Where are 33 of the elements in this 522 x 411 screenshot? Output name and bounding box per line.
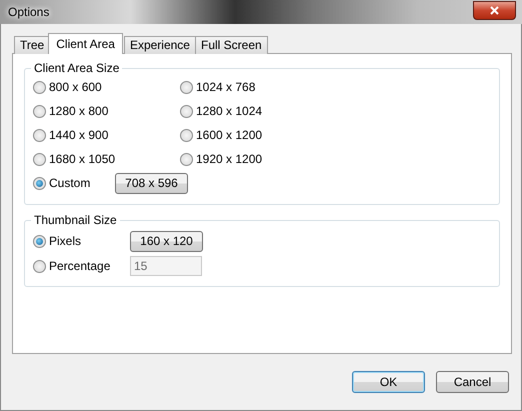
dialog-button[interactable]: OK — [352, 371, 425, 393]
radio-button[interactable] — [180, 128, 193, 142]
radio-button[interactable] — [33, 234, 46, 248]
tab[interactable]: Full Screen — [194, 36, 268, 54]
radio-label[interactable]: 1600 x 1200 — [196, 126, 262, 144]
close-button[interactable] — [473, 0, 516, 20]
radio-label[interactable]: Pixels — [49, 232, 82, 250]
radio-button[interactable] — [180, 104, 193, 118]
radio-label[interactable]: 1024 x 768 — [196, 78, 256, 96]
group-title: Thumbnail Size — [31, 213, 120, 227]
radio-label[interactable]: Custom — [49, 174, 90, 192]
tab[interactable]: Client Area — [48, 33, 123, 54]
radio-label[interactable]: 1440 x 900 — [49, 126, 108, 144]
radio-label[interactable]: 1280 x 800 — [49, 102, 108, 120]
radio-button[interactable] — [33, 128, 46, 142]
radio-label[interactable]: 1280 x 1024 — [196, 102, 262, 120]
close-icon — [490, 6, 499, 16]
tab[interactable]: Experience — [124, 36, 196, 54]
radio-button[interactable] — [33, 104, 46, 118]
radio-button[interactable] — [33, 152, 46, 166]
radio-button[interactable] — [33, 176, 46, 190]
group-title: Client Area Size — [31, 61, 122, 75]
radio-button[interactable] — [180, 80, 193, 94]
window-title: Options — [8, 4, 50, 21]
size-button[interactable]: 160 x 120 — [130, 230, 203, 252]
radio-button[interactable] — [33, 80, 46, 94]
radio-button[interactable] — [180, 152, 193, 166]
radio-label[interactable]: 1920 x 1200 — [196, 150, 262, 168]
radio-label[interactable]: 800 x 600 — [49, 78, 102, 96]
radio-label[interactable]: 1680 x 1050 — [49, 150, 116, 168]
dialog-button[interactable]: Cancel — [436, 371, 509, 393]
tab[interactable]: Tree — [14, 36, 50, 54]
size-button[interactable]: 708 x 596 — [115, 172, 188, 194]
